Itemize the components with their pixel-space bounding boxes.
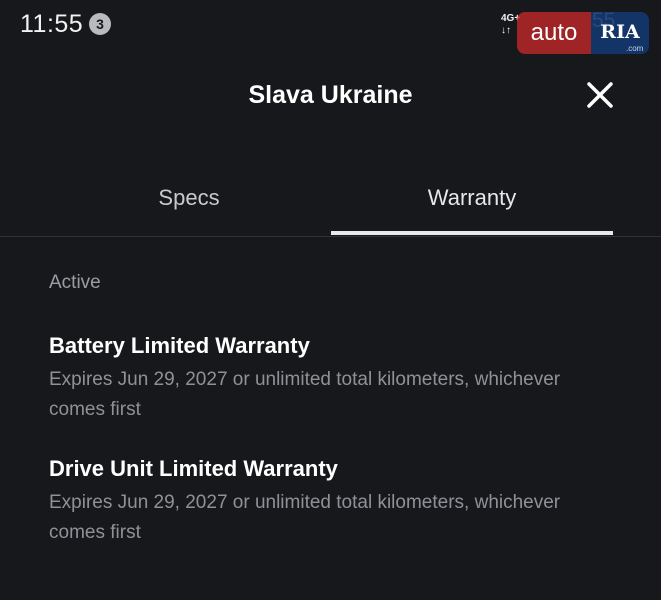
tab-bar: Specs Warranty <box>0 160 661 237</box>
active-tab-indicator <box>331 231 613 235</box>
close-button[interactable] <box>583 78 617 112</box>
warranty-description: Expires Jun 29, 2027 or unlimited total … <box>49 369 561 420</box>
warranty-item: Battery Limited Warranty Expires Jun 29,… <box>49 332 619 425</box>
watermark-auto-logo: auto <box>517 12 591 54</box>
status-time: 11:55 <box>20 10 84 38</box>
warranty-title: Battery Limited Warranty <box>49 333 310 358</box>
page-title: Slava Ukraine <box>248 81 413 109</box>
section-label-active: Active <box>49 272 101 293</box>
close-icon <box>587 82 613 108</box>
notification-count-badge: 3 <box>89 13 111 35</box>
warranty-title: Drive Unit Limited Warranty <box>49 456 338 481</box>
tab-warranty[interactable]: Warranty <box>331 160 613 236</box>
warranty-item: Drive Unit Limited Warranty Expires Jun … <box>49 455 619 548</box>
warranty-screen: 11:55 3 4G+ ↓↑ 55 auto RIA .com Slava Uk… <box>0 0 661 600</box>
warranty-description: Expires Jun 29, 2027 or unlimited total … <box>49 492 561 543</box>
watermark-domain: .com <box>626 44 644 53</box>
tab-specs[interactable]: Specs <box>48 160 330 236</box>
